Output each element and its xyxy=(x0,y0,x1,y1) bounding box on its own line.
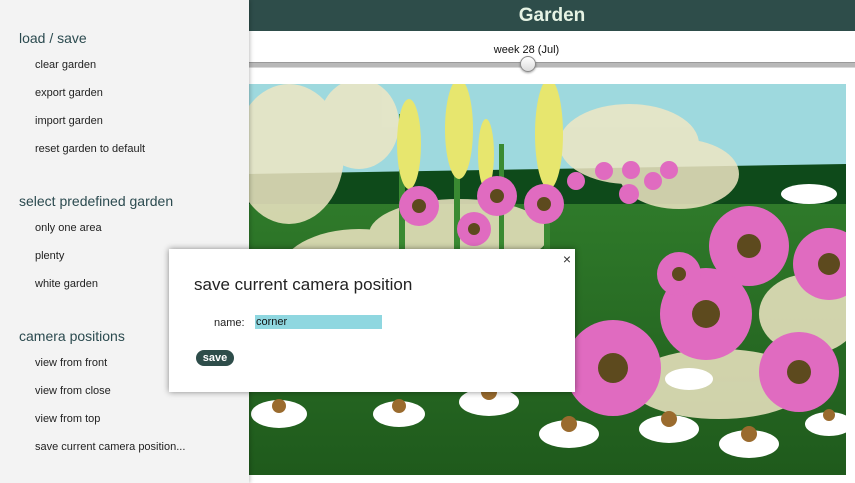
camera-name-input[interactable] xyxy=(255,315,382,329)
app-title: Garden xyxy=(518,4,586,26)
menu-item-clear-garden[interactable]: clear garden xyxy=(35,59,96,71)
menu-item-save-camera-position[interactable]: save current camera position... xyxy=(35,441,185,453)
menu-item-plenty[interactable]: plenty xyxy=(35,250,64,262)
menu-item-view-from-close[interactable]: view from close xyxy=(35,385,111,397)
section-title-predefined-garden: select predefined garden xyxy=(19,193,174,209)
week-slider-area: week 28 (Jul) xyxy=(249,31,855,84)
week-label: week 28 (Jul) xyxy=(493,44,560,56)
week-slider-track[interactable] xyxy=(249,62,855,68)
menu-item-view-from-top[interactable]: view from top xyxy=(35,413,100,425)
menu-item-only-one-area[interactable]: only one area xyxy=(35,222,102,234)
close-icon[interactable]: × xyxy=(563,251,571,267)
name-label: name: xyxy=(214,317,245,329)
sidebar: load / save clear garden export garden i… xyxy=(0,0,249,483)
menu-item-import-garden[interactable]: import garden xyxy=(35,115,103,127)
app-header: Garden xyxy=(249,0,855,31)
section-title-load-save: load / save xyxy=(19,30,87,46)
menu-item-export-garden[interactable]: export garden xyxy=(35,87,103,99)
dialog-title: save current camera position xyxy=(194,275,413,294)
week-slider-thumb[interactable] xyxy=(519,56,536,72)
menu-item-white-garden[interactable]: white garden xyxy=(35,278,98,290)
section-title-camera-positions: camera positions xyxy=(19,328,125,344)
save-camera-dialog: × save current camera position name: sav… xyxy=(169,249,575,392)
save-button[interactable]: save xyxy=(196,350,234,366)
menu-item-view-from-front[interactable]: view from front xyxy=(35,357,107,369)
menu-item-reset-garden[interactable]: reset garden to default xyxy=(35,143,145,155)
